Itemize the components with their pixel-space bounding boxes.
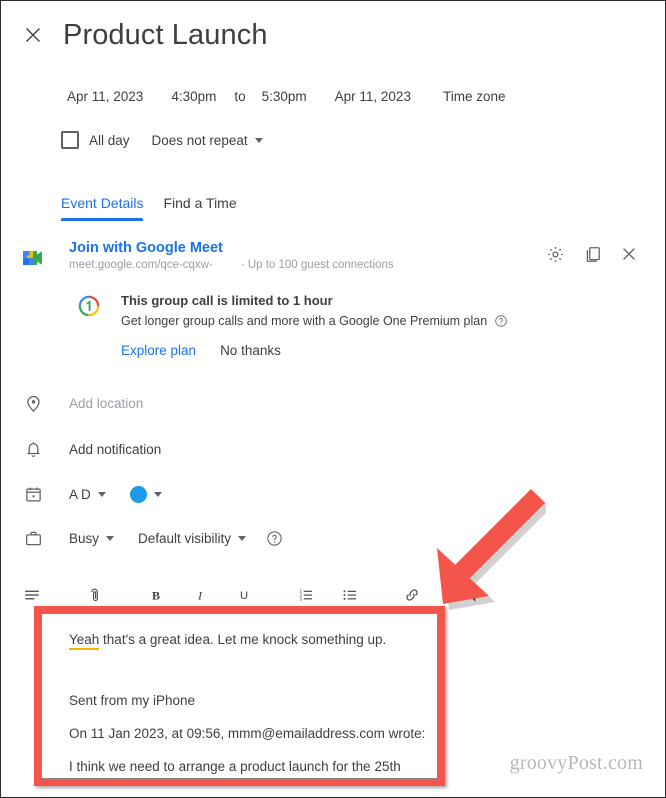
window-header: Product Launch — [1, 13, 665, 57]
format-options-icon[interactable] — [21, 584, 43, 606]
close-icon[interactable] — [11, 13, 55, 57]
insert-link-icon[interactable] — [401, 584, 423, 606]
description-line-1: Yeah that's a great idea. Let me knock s… — [69, 632, 387, 650]
allday-repeat-row: All day Does not repeat — [61, 131, 263, 149]
description-line-3: On 11 Jan 2023, at 09:56, mmm@emailaddre… — [69, 726, 426, 741]
notification-row: Add notification — [1, 437, 161, 461]
description-line-2: Sent from my iPhone — [69, 693, 196, 708]
end-date-field[interactable]: Apr 11, 2023 — [335, 89, 411, 104]
all-day-label: All day — [89, 132, 130, 148]
meet-guest-limit: · Up to 100 guest connections — [240, 259, 394, 271]
google-one-limit-title: This group call is limited to 1 hour — [121, 293, 333, 308]
page-title: Product Launch — [63, 18, 268, 51]
repeat-dropdown[interactable]: Does not repeat — [152, 133, 263, 148]
busy-dropdown[interactable]: Busy — [69, 530, 115, 546]
calendar-icon — [21, 482, 45, 506]
misspelled-word: Yeah — [69, 632, 100, 650]
gear-icon[interactable] — [545, 244, 565, 264]
no-thanks-button[interactable]: No thanks — [220, 343, 281, 358]
remove-formatting-icon[interactable] — [463, 584, 485, 606]
join-with-google-meet-button[interactable]: Join with Google Meet — [69, 240, 223, 256]
svg-text:3: 3 — [300, 596, 303, 601]
numbered-list-icon[interactable]: 1 2 3 — [295, 584, 317, 606]
google-one-description: Get longer group calls and more with a G… — [121, 314, 508, 328]
bulleted-list-icon[interactable] — [339, 584, 361, 606]
all-day-checkbox[interactable] — [61, 131, 79, 149]
description-line-1-rest: that's a great idea. Let me knock someth… — [99, 632, 387, 647]
color-dot-icon — [129, 485, 147, 503]
watermark: groovyPost.com — [509, 752, 643, 774]
meet-action-buttons — [545, 244, 639, 264]
location-pin-icon — [21, 391, 45, 415]
calendar-owner-label: A D — [69, 486, 91, 502]
tab-bar: Event Details Find a Time — [61, 195, 237, 221]
format-toolbar: B I U 1 2 3 — [21, 584, 485, 606]
svg-text:I: I — [197, 589, 203, 603]
chevron-down-icon — [238, 535, 247, 541]
briefcase-icon — [21, 526, 45, 550]
google-one-description-text: Get longer group calls and more with a G… — [121, 314, 488, 328]
svg-text:B: B — [152, 589, 160, 603]
calendar-row: A D — [1, 482, 162, 506]
chevron-down-icon — [153, 491, 162, 497]
attachment-icon[interactable] — [83, 584, 105, 606]
visibility-dropdown[interactable]: Default visibility — [138, 530, 247, 546]
google-one-actions: Explore plan No thanks — [121, 343, 281, 358]
availability-row: Busy Default visibility — [1, 526, 283, 550]
add-notification-button[interactable]: Add notification — [69, 442, 161, 457]
repeat-label: Does not repeat — [151, 132, 248, 148]
calendar-owner-dropdown[interactable]: A D — [69, 487, 106, 502]
time-zone-button[interactable]: Time zone — [443, 89, 506, 104]
visibility-label: Default visibility — [138, 530, 232, 546]
busy-label: Busy — [69, 530, 100, 546]
chevron-down-icon — [254, 137, 263, 143]
add-location-input[interactable]: Add location — [69, 396, 143, 411]
meet-subtitle: meet.google.com/qce-cqxw- · Up to 100 gu… — [69, 259, 394, 271]
svg-text:U: U — [240, 590, 248, 602]
close-icon[interactable] — [619, 244, 639, 264]
to-label: to — [234, 89, 246, 104]
google-one-icon — [78, 295, 100, 317]
meet-url[interactable]: meet.google.com/qce-cqxw- — [69, 259, 213, 271]
italic-icon[interactable]: I — [189, 584, 211, 606]
location-row: Add location — [1, 391, 143, 415]
description-line-4: I think we need to arrange a product lau… — [69, 759, 401, 774]
chevron-down-icon — [97, 491, 106, 497]
end-time-field[interactable]: 5:30pm — [262, 89, 307, 104]
copy-icon[interactable] — [582, 244, 602, 264]
explore-plan-button[interactable]: Explore plan — [121, 343, 196, 358]
schedule-row: Apr 11, 2023 4:30pm to 5:30pm Apr 11, 20… — [67, 89, 505, 104]
event-color-dropdown[interactable] — [129, 485, 162, 503]
underline-icon[interactable]: U — [233, 584, 255, 606]
help-circle-icon[interactable] — [266, 530, 283, 547]
google-meet-icon — [21, 247, 45, 269]
start-time-field[interactable]: 4:30pm — [171, 89, 216, 104]
bold-icon[interactable]: B — [145, 584, 167, 606]
start-date-field[interactable]: Apr 11, 2023 — [67, 89, 143, 104]
chevron-down-icon — [106, 535, 115, 541]
help-circle-icon[interactable] — [494, 314, 508, 328]
tab-find-a-time[interactable]: Find a Time — [163, 195, 236, 221]
bell-icon — [21, 437, 45, 461]
tab-event-details[interactable]: Event Details — [61, 195, 144, 221]
event-editor-window: Product Launch Apr 11, 2023 4:30pm to 5:… — [0, 0, 666, 798]
